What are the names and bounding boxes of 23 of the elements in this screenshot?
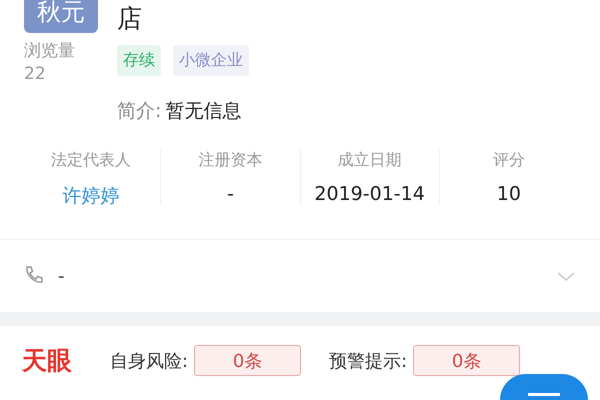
person-link[interactable]: 许婷婷 (62, 183, 120, 209)
stat-value: 2019-01-14 (314, 183, 425, 205)
stat-label: 评分 (492, 150, 525, 171)
views-count: 22 (24, 64, 47, 84)
risk-label: 自身风险: (110, 350, 188, 372)
stat-value: - (226, 183, 234, 205)
status-tag: 小微企业 (173, 45, 249, 76)
phone-number: - (58, 266, 66, 286)
stat-value: 10 (496, 183, 521, 205)
brand-logo: 天眼 (22, 345, 73, 377)
company-name: 店 (117, 3, 143, 35)
stat-label: 成立日期 (338, 150, 402, 171)
status-tag: 存续 (117, 45, 161, 76)
intro-text: 暂无信息 (165, 99, 242, 124)
count-box[interactable]: 0条 (194, 345, 302, 376)
risk-label: 预警提示: (329, 350, 408, 372)
stat-label: 法定代表人 (51, 150, 132, 171)
floating-action-button[interactable] (500, 374, 588, 400)
intro-label: 简介: (117, 99, 162, 124)
avatar: 秋元 (24, 0, 98, 33)
stat-label: 注册资本 (198, 150, 262, 171)
views-label: 浏览量 (24, 40, 76, 62)
count-box[interactable]: 0条 (413, 345, 520, 376)
